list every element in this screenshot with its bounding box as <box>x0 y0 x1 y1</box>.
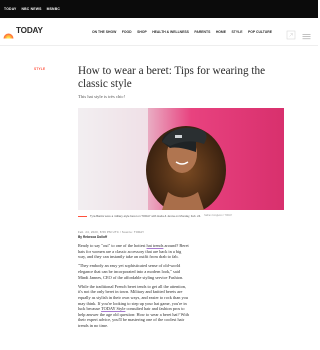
article-date: Feb. 24, 2020, 8:56 PM UTC / Source: TOD… <box>78 230 145 234</box>
share-icon[interactable] <box>286 27 296 40</box>
paragraph-3: While the traditional French beret tends… <box>78 284 190 329</box>
nav-health-wellness[interactable]: HEALTH & WELLNESS <box>152 30 189 34</box>
nav-home[interactable]: HOME <box>216 30 226 34</box>
nav-on-the-show[interactable]: ON THE SHOW <box>92 30 116 34</box>
sun-logo-icon <box>3 26 14 39</box>
nav-parents[interactable]: PARENTS <box>194 30 210 34</box>
article-title: How to wear a beret: Tips for wearing th… <box>78 65 266 90</box>
article-body: Ready to say "oui" to one of the hottest… <box>78 243 190 332</box>
hat-trends-link[interactable]: hat trends <box>147 243 164 248</box>
topbar-link-nbc-news[interactable]: NBC NEWS <box>22 7 42 11</box>
menu-icon[interactable] <box>302 28 311 40</box>
paragraph-2: "They embody an easy yet sophisticated s… <box>78 263 184 280</box>
image-credit: Nathan Congleton / TODAY <box>204 215 233 217</box>
nav-shop[interactable]: SHOP <box>137 30 147 34</box>
today-logo[interactable]: TODAY <box>3 26 43 39</box>
article-subtitle: This hat style is très chic! <box>78 94 126 99</box>
main-nav: ON THE SHOW FOOD SHOP HEALTH & WELLNESS … <box>92 30 277 34</box>
caption-accent-line <box>78 215 87 217</box>
topbar-link-msnbc[interactable]: MSNBC <box>47 7 60 11</box>
top-utility-bar: TODAY NBC NEWS MSNBC <box>0 0 318 18</box>
nav-pop-culture[interactable]: POP CULTURE <box>248 30 272 34</box>
paragraph-1: Ready to say "oui" to one of the hottest… <box>78 243 190 260</box>
article-category-label[interactable]: STYLE <box>34 67 45 71</box>
site-header: TODAY ON THE SHOW FOOD SHOP HEALTH & WEL… <box>0 20 318 46</box>
nav-food[interactable]: FOOD <box>122 30 132 34</box>
image-caption-row: Tyra Banks wore a military-style beret o… <box>78 213 284 219</box>
today-style-link[interactable]: TODAY Style <box>101 306 125 311</box>
topbar-link-today[interactable]: TODAY <box>4 7 17 11</box>
paragraph-1-text: Ready to say "oui" to one of the hottest <box>78 243 147 248</box>
hero-image <box>78 108 284 210</box>
nav-style[interactable]: STYLE <box>232 30 243 34</box>
image-caption: Tyra Banks wore a military-style beret o… <box>90 214 202 218</box>
logo-wordmark: TODAY <box>16 26 43 35</box>
article-byline[interactable]: By Rebecca Dolloff <box>78 235 107 239</box>
